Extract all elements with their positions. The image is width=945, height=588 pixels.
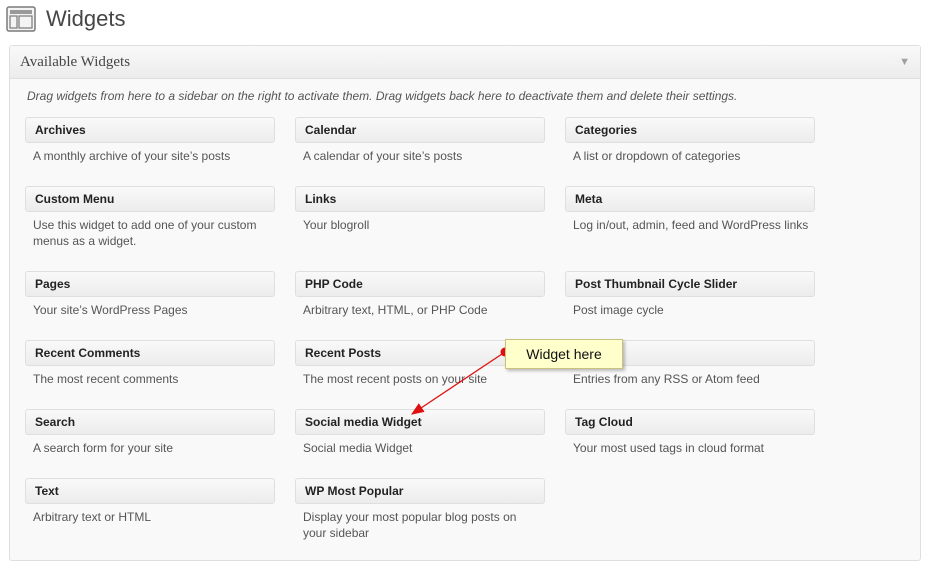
widget-description: Your most used tags in cloud format [573, 441, 764, 455]
widget-description: A calendar of your site’s posts [303, 149, 463, 163]
widget-item[interactable]: Pages Your site’s WordPress Pages [25, 271, 275, 318]
collapse-arrow-icon[interactable]: ▼ [899, 56, 910, 68]
widget-description: Post image cycle [573, 303, 664, 317]
widget-description: Arbitrary text or HTML [33, 510, 152, 524]
widget-item[interactable]: Recent Comments The most recent comments [25, 340, 275, 387]
widget-item[interactable]: Text Arbitrary text or HTML [25, 478, 275, 525]
widget-description: Your blogroll [303, 218, 370, 232]
widget-title-bar[interactable]: Social media Widget [295, 409, 545, 435]
widget-item[interactable]: Categories A list or dropdown of categori… [565, 117, 815, 164]
panel-header[interactable]: Available Widgets ▼ [10, 46, 920, 79]
widget-item[interactable]: Calendar A calendar of your site’s posts [295, 117, 545, 164]
widget-item[interactable]: PHP Code Arbitrary text, HTML, or PHP Cod… [295, 271, 545, 318]
widget-description: Social media Widget [303, 441, 413, 455]
widget-description: Your site’s WordPress Pages [33, 303, 188, 317]
widget-item[interactable]: Meta Log in/out, admin, feed and WordPres… [565, 186, 815, 233]
widget-title-bar[interactable]: Pages [25, 271, 275, 297]
widget-description: A monthly archive of your site’s posts [33, 149, 231, 163]
widget-description: Entries from any RSS or Atom feed [573, 372, 760, 386]
widget-title-bar[interactable]: Tag Cloud [565, 409, 815, 435]
widget-description: The most recent comments [33, 372, 179, 386]
widget-item[interactable]: WP Most Popular Display your most popular… [295, 478, 545, 541]
widget-title-bar[interactable]: Post Thumbnail Cycle Slider [565, 271, 815, 297]
widget-item[interactable]: Search A search form for your site [25, 409, 275, 456]
widget-title-bar[interactable]: Archives [25, 117, 275, 143]
widget-item[interactable]: Links Your blogroll [295, 186, 545, 233]
widget-description: A search form for your site [33, 441, 174, 455]
widget-title-bar[interactable]: Search [25, 409, 275, 435]
widget-title-bar[interactable]: PHP Code [295, 271, 545, 297]
widget-item[interactable]: Archives A monthly archive of your site’s… [25, 117, 275, 164]
widget-description: Display your most popular blog posts on … [303, 510, 517, 540]
widget-description: Log in/out, admin, feed and WordPress li… [573, 218, 809, 232]
widget-item[interactable]: Custom Menu Use this widget to add one of… [25, 186, 275, 249]
widget-item[interactable]: Post Thumbnail Cycle Slider Post image cy… [565, 271, 815, 318]
page-header: Widgets [6, 4, 125, 34]
callout-label: Widget here [526, 346, 602, 362]
panel-title: Available Widgets [20, 53, 131, 70]
widget-title-bar[interactable]: Categories [565, 117, 815, 143]
widget-title-bar[interactable]: Text [25, 478, 275, 504]
widget-title-bar[interactable]: Custom Menu [25, 186, 275, 212]
widget-description: Arbitrary text, HTML, or PHP Code [303, 303, 488, 317]
widget-title-bar[interactable]: Recent Comments [25, 340, 275, 366]
widget-description: A list or dropdown of categories [573, 149, 741, 163]
widget-item[interactable]: Tag Cloud Your most used tags in cloud fo… [565, 409, 815, 456]
widget-description: The most recent posts on your site [303, 372, 488, 386]
widget-description: Use this widget to add one of your custo… [33, 218, 257, 248]
widget-title-bar[interactable]: Calendar [295, 117, 545, 143]
panel-description: Drag widgets from here to a sidebar on t… [27, 89, 738, 103]
widget-title-bar[interactable]: WP Most Popular [295, 478, 545, 504]
widget-item[interactable]: Social media Widget Social media Widget [295, 409, 545, 456]
widget-title-bar[interactable]: Meta [565, 186, 815, 212]
widgets-layout-icon [6, 6, 36, 32]
page-title: Widgets [46, 6, 126, 31]
widget-title-bar[interactable]: Links [295, 186, 545, 212]
widget-here-callout: Widget here [505, 339, 623, 369]
